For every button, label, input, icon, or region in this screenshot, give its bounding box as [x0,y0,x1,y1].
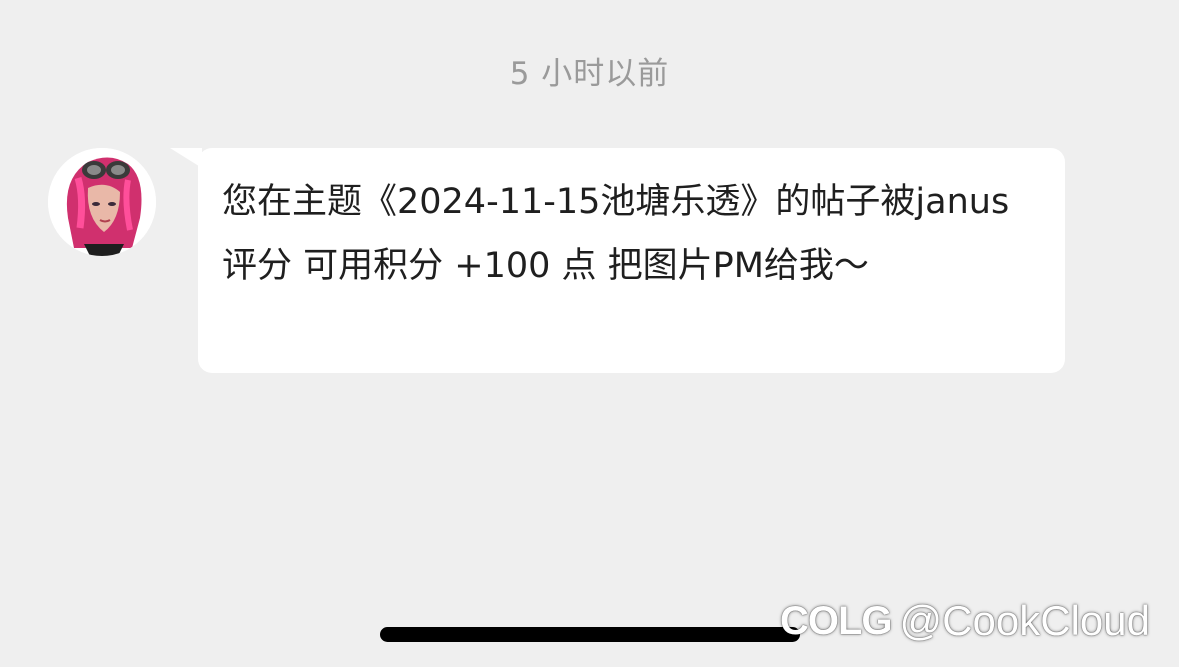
message-bubble[interactable]: 您在主题《2024-11-15池塘乐透》的帖子被janus 评分 可用积分 +1… [198,148,1065,373]
chat-screen: 5 小时以前 您在主题《2024-11-15池塘乐透》的帖子被janus 评分 … [0,0,1179,667]
avatar[interactable] [48,148,156,256]
watermark-handle: @CookCloud [899,597,1150,644]
message-text: 您在主题《2024-11-15池塘乐透》的帖子被janus 评分 可用积分 +1… [222,182,1021,286]
avatar-image [48,148,156,256]
watermark: COLG @CookCloud [780,596,1150,646]
watermark-logo: COLG [780,598,893,643]
home-indicator[interactable] [380,627,800,642]
message-timestamp: 5 小时以前 [509,56,670,92]
